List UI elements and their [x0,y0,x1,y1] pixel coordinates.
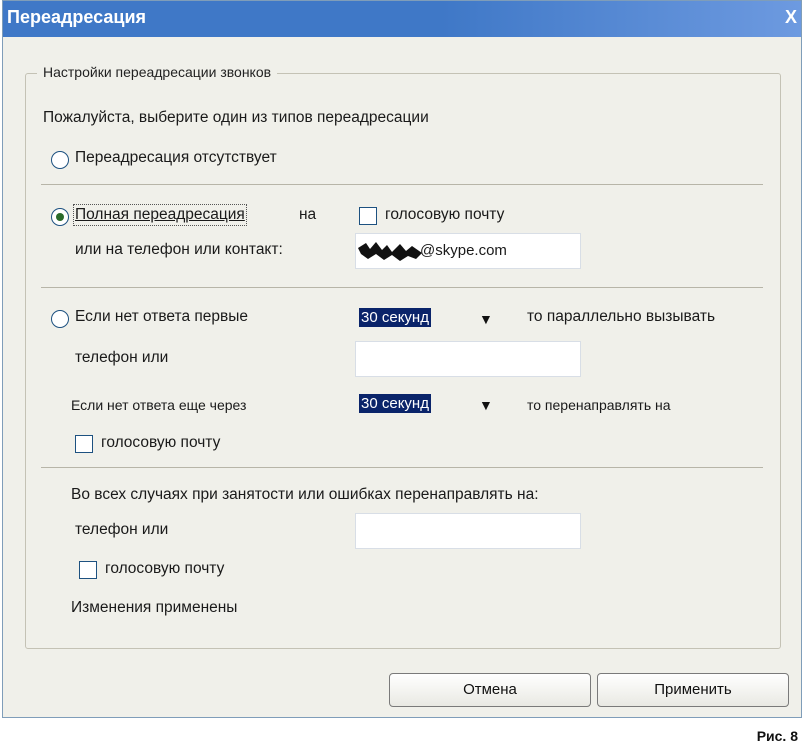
redacted-blot [358,242,422,261]
again-label: Если нет ответа еще через [71,397,247,413]
close-button[interactable]: X [785,7,797,28]
noanswer-phone-input[interactable] [355,341,581,377]
full-forwarding-suffix: на [299,206,317,223]
cancel-button[interactable]: Отмена [389,673,591,707]
full-voicemail-label[interactable]: голосовую почту [385,206,504,224]
redirect-label: то перенаправлять на [527,397,671,413]
radio-full-forwarding[interactable] [51,208,69,226]
forwarding-dialog: Переадресация X Настройки переадресации … [2,0,802,718]
delay1-value: 30 секунд [359,308,431,327]
divider [41,184,763,185]
busy-voicemail-label[interactable]: голосовую почту [105,560,224,578]
window-title: Переадресация [7,7,147,27]
chevron-down-icon[interactable]: ▼ [479,397,493,413]
radio-no-forwarding-label[interactable]: Переадресация отсутствует [75,149,277,167]
radio-no-forwarding[interactable] [51,151,69,169]
status-text: Изменения применены [71,599,238,616]
divider [41,287,763,288]
title-bar: Переадресация X [3,1,801,37]
radio-selected-dot [56,213,64,221]
busy-phone-input[interactable] [355,513,581,549]
chevron-down-icon[interactable]: ▼ [479,311,493,327]
radio-no-answer[interactable] [51,310,69,328]
busy-voicemail-checkbox[interactable] [79,561,97,579]
prompt-text: Пожалуйста, выберите один из типов переа… [43,109,429,126]
delay2-select[interactable]: 30 секунд ▼ [357,389,507,419]
apply-button[interactable]: Применить [597,673,789,707]
divider [41,467,763,468]
figure-caption: Рис. 8 [756,728,798,744]
radio-no-answer-label[interactable]: Если нет ответа первые [75,308,248,326]
full-voicemail-checkbox[interactable] [359,207,377,225]
full-target-value: @skype.com [420,242,507,259]
busy-label: Во всех случаях при занятости или ошибка… [71,486,539,503]
noanswer-voicemail-checkbox[interactable] [75,435,93,453]
radio-full-forwarding-label[interactable]: Полная переадресация [73,204,247,226]
noanswer-voicemail-label[interactable]: голосовую почту [101,434,220,452]
full-target-input[interactable]: @skype.com [355,233,581,269]
delay1-select[interactable]: 30 секунд ▼ [357,303,507,333]
noanswer-phone-label: телефон или [75,349,169,366]
parallel-label: то параллельно вызывать [527,308,716,325]
busy-phone-label: телефон или [75,521,169,538]
groupbox-legend: Настройки переадресации звонков [37,64,278,80]
delay2-value: 30 секунд [359,394,431,413]
full-target-label: или на телефон или контакт: [75,241,283,258]
